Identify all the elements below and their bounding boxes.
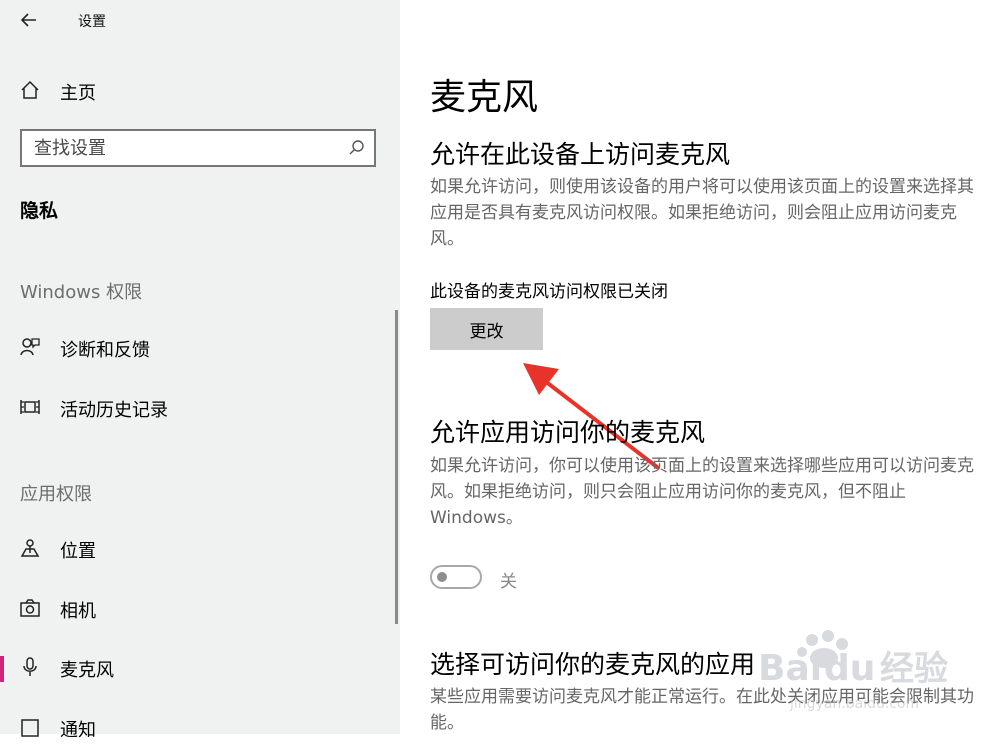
sidebar-item-home[interactable]: 主页 xyxy=(0,71,400,111)
camera-icon xyxy=(19,597,41,619)
app-access-heading: 允许应用访问你的麦克风 xyxy=(430,418,706,447)
page-title: 麦克风 xyxy=(430,77,539,118)
section-title: 隐私 xyxy=(20,200,59,222)
sidebar-item-microphone[interactable]: 麦克风 xyxy=(0,648,400,688)
sidebar-item-label: 麦克风 xyxy=(60,660,114,681)
selected-indicator xyxy=(0,656,4,682)
device-access-status: 此设备的麦克风访问权限已关闭 xyxy=(430,282,668,302)
back-arrow-icon xyxy=(20,13,36,27)
sidebar-item-label: 诊断和反馈 xyxy=(60,340,150,361)
main-content: 麦克风 允许在此设备上访问麦克风 如果允许访问，则使用该设备的用户将可以使用该页… xyxy=(400,0,991,734)
sidebar-item-label: 主页 xyxy=(60,83,96,104)
app-access-toggle[interactable] xyxy=(430,565,482,589)
toggle-knob xyxy=(437,572,447,582)
activity-history-icon xyxy=(19,396,41,418)
search-box[interactable] xyxy=(20,129,376,167)
sidebar-item-diagnostics[interactable]: 诊断和反馈 xyxy=(0,328,400,368)
device-access-description: 如果允许访问，则使用该设备的用户将可以使用该页面上的设置来选择其应用是否具有麦克… xyxy=(430,177,974,249)
home-icon xyxy=(19,79,41,101)
group-title: Windows 权限 xyxy=(20,282,143,303)
device-access-heading: 允许在此设备上访问麦克风 xyxy=(430,140,731,169)
baidu-jingyan-watermark: Bai du 经验 jingyan.baidu.com xyxy=(758,630,948,712)
search-input[interactable] xyxy=(34,137,334,159)
sidebar: 设置 主页 隐私 Windows 权限 诊断和反馈 活动历史记录 应用权限 位置 xyxy=(0,0,400,741)
sidebar-item-activity-history[interactable]: 活动历史记录 xyxy=(0,388,400,428)
app-access-toggle-label: 关 xyxy=(500,572,517,592)
app-access-description: 如果允许访问，你可以使用该页面上的设置来选择哪些应用可以访问麦克风。如果拒绝访问… xyxy=(430,456,974,528)
notification-icon xyxy=(19,716,41,738)
location-icon xyxy=(19,537,41,559)
choose-apps-heading: 选择可访问你的麦克风的应用 xyxy=(430,650,756,679)
svg-text:经验: 经验 xyxy=(880,649,948,689)
svg-text:Bai: Bai xyxy=(758,648,822,689)
sidebar-scrollbar[interactable] xyxy=(395,310,398,624)
sidebar-item-label: 通知 xyxy=(60,720,96,741)
sidebar-item-notifications[interactable]: 通知 xyxy=(0,708,400,748)
sidebar-item-label: 相机 xyxy=(60,601,96,622)
change-button[interactable]: 更改 xyxy=(430,308,543,350)
sidebar-item-camera[interactable]: 相机 xyxy=(0,589,400,629)
svg-text:jingyan.baidu.com: jingyan.baidu.com xyxy=(789,696,919,712)
diagnostics-icon xyxy=(19,336,41,358)
microphone-icon xyxy=(19,656,41,678)
back-button[interactable] xyxy=(14,6,44,34)
sidebar-item-label: 位置 xyxy=(60,541,96,562)
app-title: 设置 xyxy=(78,14,106,30)
search-icon[interactable] xyxy=(348,139,366,157)
sidebar-item-label: 活动历史记录 xyxy=(60,400,168,421)
group-title: 应用权限 xyxy=(20,484,92,505)
sidebar-item-location[interactable]: 位置 xyxy=(0,529,400,569)
svg-text:du: du xyxy=(824,648,875,689)
